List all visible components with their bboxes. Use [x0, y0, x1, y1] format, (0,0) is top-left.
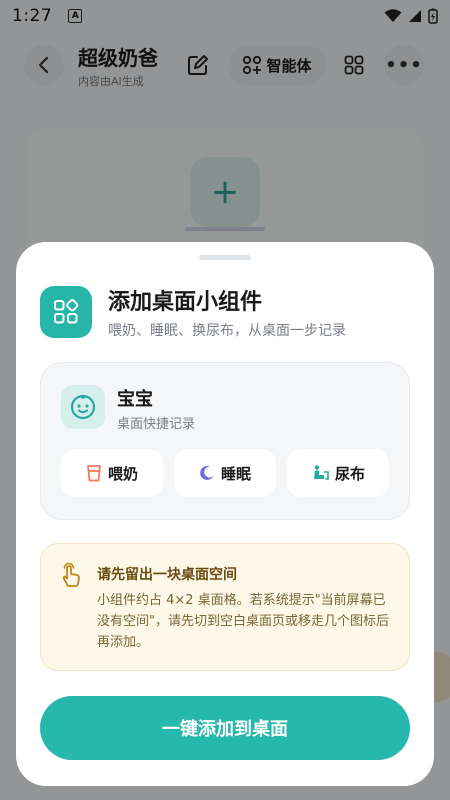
widget-preview-card: 宝宝 桌面快捷记录 喂奶 睡眠 尿布 — [40, 362, 410, 520]
sleep-label: 睡眠 — [220, 464, 251, 483]
widget-icon-badge — [40, 286, 92, 338]
diaper-button[interactable]: 尿布 — [287, 449, 389, 497]
sleep-button[interactable]: 睡眠 — [174, 449, 276, 497]
diaper-icon — [313, 465, 329, 480]
bottle-icon — [87, 465, 101, 482]
baby-icon — [61, 385, 105, 429]
diaper-label: 尿布 — [334, 464, 365, 483]
baby-name: 宝宝 — [117, 389, 153, 410]
moon-icon — [200, 465, 214, 480]
sheet-grabber[interactable] — [199, 255, 251, 260]
notice-body: 小组件约占 4×2 桌面格。若系统提示"当前屏幕已没有空间"，请先切到空白桌面页… — [97, 593, 389, 650]
space-notice: 请先留出一块桌面空间 小组件约占 4×2 桌面格。若系统提示"当前屏幕已没有空间… — [40, 543, 410, 671]
add-to-desktop-button[interactable]: 一键添加到桌面 — [40, 696, 410, 760]
sheet-subtitle: 喂奶、睡眠、换尿布，从桌面一步记录 — [108, 323, 346, 339]
add-widget-sheet: 添加桌面小组件 喂奶、睡眠、换尿布，从桌面一步记录 宝宝 桌面快捷记录 喂奶 睡… — [16, 242, 434, 786]
notice-title: 请先留出一块桌面空间 — [97, 567, 237, 583]
baby-desc: 桌面快捷记录 — [117, 417, 196, 432]
tap-hand-icon — [62, 562, 80, 587]
feed-label: 喂奶 — [107, 464, 138, 483]
feed-button[interactable]: 喂奶 — [61, 449, 163, 497]
sheet-title: 添加桌面小组件 — [108, 290, 263, 315]
widgets-icon — [54, 299, 79, 324]
baby-face-icon — [70, 394, 96, 420]
